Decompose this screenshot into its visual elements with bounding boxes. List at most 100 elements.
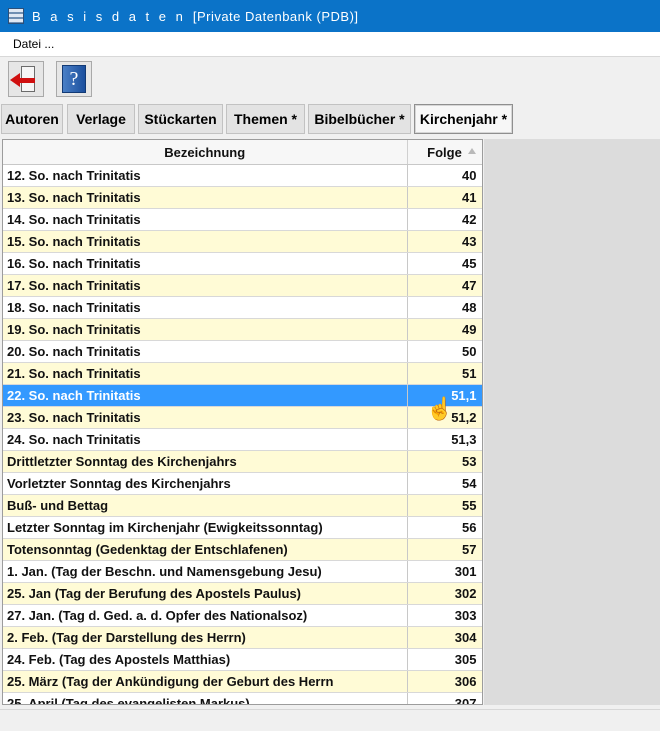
cell-folge: 51,3 [407,428,482,451]
cell-folge: 304 [407,626,482,649]
table-row[interactable]: 21. So. nach Trinitatis 51 [3,362,482,385]
toolbar: ? [0,56,660,102]
cell-bezeichnung: Drittletzter Sonntag des Kirchenjahrs [3,450,408,473]
cell-folge: 48 [407,296,482,319]
table-row[interactable]: 16. So. nach Trinitatis 45 [3,252,482,275]
tab-autoren[interactable]: Autoren [1,104,63,134]
cell-bezeichnung: 17. So. nach Trinitatis [3,274,408,297]
cell-bezeichnung: 23. So. nach Trinitatis [3,406,408,429]
help-book-icon: ? [62,65,86,93]
help-button[interactable]: ? [56,61,92,97]
table-row[interactable]: 19. So. nach Trinitatis 49 [3,318,482,341]
cell-folge: 50 [407,340,482,363]
table-row[interactable]: 14. So. nach Trinitatis 42 [3,208,482,231]
table-row[interactable]: 27. Jan. (Tag d. Ged. a. d. Opfer des Na… [3,604,482,627]
detail-pane [484,139,660,705]
cell-bezeichnung: 19. So. nach Trinitatis [3,318,408,341]
tab-themen[interactable]: Themen * [226,104,305,134]
cell-bezeichnung: Totensonntag (Gedenktag der Entschlafene… [3,538,408,561]
table-row[interactable]: 23. So. nach Trinitatis 51,2 [3,406,482,429]
table-row-selected[interactable]: 22. So. nach Trinitatis 51,1 [3,384,482,407]
cell-folge: 57 [407,538,482,561]
table-row[interactable]: Totensonntag (Gedenktag der Entschlafene… [3,538,482,561]
tab-bibelbuecher[interactable]: Bibelbücher * [308,104,411,134]
table-row[interactable]: Buß- und Bettag 55 [3,494,482,517]
tab-kirchenjahr[interactable]: Kirchenjahr * [414,104,513,134]
table-row[interactable]: 13. So. nach Trinitatis 41 [3,186,482,209]
exit-arrow-head-icon [10,73,20,87]
table-row[interactable]: 1. Jan. (Tag der Beschn. und Namensgebun… [3,560,482,583]
cell-folge: 301 [407,560,482,583]
menu-bar: Datei ... [0,32,660,56]
title-bar: B a s i s d a t e n [Private Datenbank (… [0,0,660,32]
window-title-subtitle: [Private Datenbank (PDB)] [192,8,359,24]
cell-bezeichnung: 24. Feb. (Tag des Apostels Matthias) [3,648,408,671]
menu-item-datei[interactable]: Datei ... [13,37,54,51]
cell-bezeichnung: 25. März (Tag der Ankündigung der Geburt… [3,670,408,693]
cell-bezeichnung: 25. Jan (Tag der Berufung des Apostels P… [3,582,408,605]
cell-folge: 47 [407,274,482,297]
table-row[interactable]: 17. So. nach Trinitatis 47 [3,274,482,297]
cell-folge: 306 [407,670,482,693]
cell-bezeichnung: 14. So. nach Trinitatis [3,208,408,231]
column-header-folge[interactable]: Folge [407,140,482,165]
cell-folge: 56 [407,516,482,539]
kirchenjahr-table: Bezeichnung Folge 12. So. nach Trinitati… [2,139,483,705]
cell-folge: 45 [407,252,482,275]
cell-bezeichnung: 2. Feb. (Tag der Darstellung des Herrn) [3,626,408,649]
table-row[interactable]: Letzter Sonntag im Kirchenjahr (Ewigkeit… [3,516,482,539]
cell-bezeichnung: 24. So. nach Trinitatis [3,428,408,451]
cell-folge: 307 [407,692,482,704]
data-grid: Bezeichnung Folge 12. So. nach Trinitati… [3,140,482,704]
cell-folge: 41 [407,186,482,209]
cell-bezeichnung: Vorletzter Sonntag des Kirchenjahrs [3,472,408,495]
cell-bezeichnung: 22. So. nach Trinitatis [3,384,408,407]
cell-bezeichnung: 27. Jan. (Tag d. Ged. a. d. Opfer des Na… [3,604,408,627]
table-row[interactable]: 25. April (Tag des evangelisten Markus) 3… [3,692,482,704]
cell-bezeichnung: 16. So. nach Trinitatis [3,252,408,275]
table-row[interactable]: 15. So. nach Trinitatis 43 [3,230,482,253]
cell-bezeichnung: 20. So. nach Trinitatis [3,340,408,363]
cell-bezeichnung: 12. So. nach Trinitatis [3,164,408,187]
table-row[interactable]: 2. Feb. (Tag der Darstellung des Herrn) 3… [3,626,482,649]
sort-ascending-icon [467,148,476,154]
cell-folge: 303 [407,604,482,627]
cell-bezeichnung: 25. April (Tag des evangelisten Markus) [3,692,408,704]
tab-stueckarten[interactable]: Stückarten [138,104,223,134]
window-title-main: B a s i s d a t e n [32,8,186,24]
tab-verlage[interactable]: Verlage [67,104,135,134]
table-row[interactable]: Vorletzter Sonntag des Kirchenjahrs 54 [3,472,482,495]
cell-bezeichnung: 1. Jan. (Tag der Beschn. und Namensgebun… [3,560,408,583]
table-row[interactable]: 25. Jan (Tag der Berufung des Apostels P… [3,582,482,605]
table-row[interactable]: 25. März (Tag der Ankündigung der Geburt… [3,670,482,693]
cell-folge: 43 [407,230,482,253]
cell-folge: 42 [407,208,482,231]
column-header-folge-label: Folge [427,144,462,160]
table-row[interactable]: 24. So. nach Trinitatis 51,3 [3,428,482,451]
cell-folge: 305 [407,648,482,671]
exit-button[interactable] [8,61,44,97]
cell-bezeichnung: 18. So. nach Trinitatis [3,296,408,319]
table-row[interactable]: Drittletzter Sonntag des Kirchenjahrs 53 [3,450,482,473]
cell-folge: 54 [407,472,482,495]
tab-bar: Autoren Verlage Stückarten Themen * Bibe… [0,103,660,135]
table-row[interactable]: 24. Feb. (Tag des Apostels Matthias) 305 [3,648,482,671]
cell-folge: 302 [407,582,482,605]
cell-folge: 51,2 [407,406,482,429]
cell-bezeichnung: Letzter Sonntag im Kirchenjahr (Ewigkeit… [3,516,408,539]
cell-bezeichnung: 15. So. nach Trinitatis [3,230,408,253]
table-row[interactable]: 12. So. nach Trinitatis 40 [3,164,482,187]
table-row[interactable]: 20. So. nach Trinitatis 50 [3,340,482,363]
cell-folge: 51,1 [407,384,482,407]
column-header-bezeichnung[interactable]: Bezeichnung [3,140,408,165]
table-row[interactable]: 18. So. nach Trinitatis 48 [3,296,482,319]
cell-bezeichnung: Buß- und Bettag [3,494,408,517]
cell-folge: 53 [407,450,482,473]
status-bar [0,709,660,731]
cell-bezeichnung: 13. So. nach Trinitatis [3,186,408,209]
exit-arrow-icon [18,78,35,83]
cell-bezeichnung: 21. So. nach Trinitatis [3,362,408,385]
cell-folge: 51 [407,362,482,385]
cell-folge: 49 [407,318,482,341]
cell-folge: 55 [407,494,482,517]
